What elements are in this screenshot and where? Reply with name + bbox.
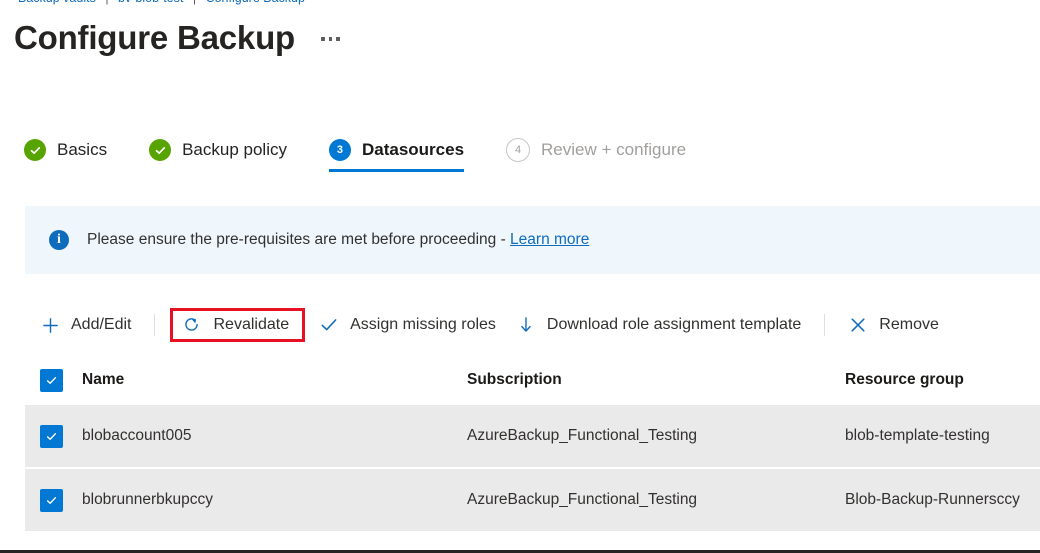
row-checkbox[interactable] <box>40 489 63 512</box>
breadcrumb-item-0[interactable]: Backup vaults <box>18 0 96 5</box>
active-tab-underline <box>329 169 464 172</box>
download-role-assignment-template-button[interactable]: Download role assignment template <box>506 305 811 345</box>
assign-missing-roles-button[interactable]: Assign missing roles <box>309 305 506 345</box>
page-title: Configure Backup <box>14 18 295 58</box>
plus-icon <box>40 315 60 335</box>
remove-label: Remove <box>879 315 939 335</box>
column-header-subscription[interactable]: Subscription <box>467 370 845 390</box>
learn-more-link[interactable]: Learn more <box>510 231 589 248</box>
row-select-cell <box>25 425 82 448</box>
breadcrumb-separator: | <box>105 0 108 5</box>
breadcrumb-item-2: Configure Backup <box>206 0 305 5</box>
column-header-resource-group[interactable]: Resource group <box>845 370 1040 390</box>
wizard-step-label: Backup policy <box>182 139 287 161</box>
add-edit-button[interactable]: Add/Edit <box>30 305 141 345</box>
wizard-step-datasources[interactable]: 3 Datasources <box>329 128 486 172</box>
download-arrow-icon <box>516 315 536 335</box>
cell-subscription: AzureBackup_Functional_Testing <box>467 490 845 510</box>
wizard-step-basics[interactable]: Basics <box>24 128 129 172</box>
info-banner-text: Please ensure the pre-requisites are met… <box>87 230 589 250</box>
page-header: Configure Backup <box>14 18 344 58</box>
toolbar-divider <box>154 314 155 336</box>
configure-backup-page: Backup vaults | bv-blob-test | Configure… <box>0 0 1040 553</box>
download-role-assignment-template-label: Download role assignment template <box>547 315 801 335</box>
table-row[interactable]: blobaccount005 AzureBackup_Functional_Te… <box>25 405 1040 467</box>
breadcrumb-separator: | <box>193 0 196 5</box>
step-number-badge: 3 <box>329 139 351 161</box>
datasources-table: Name Subscription Resource group blobacc… <box>25 355 1040 533</box>
table-header-row: Name Subscription Resource group <box>25 355 1040 405</box>
check-circle-icon <box>24 139 46 161</box>
assign-missing-roles-label: Assign missing roles <box>350 315 496 335</box>
cell-resource-group: Blob-Backup-Runnersccy <box>845 490 1040 510</box>
wizard-step-label: Datasources <box>362 139 464 161</box>
row-checkbox[interactable] <box>40 425 63 448</box>
close-x-icon <box>848 315 868 335</box>
add-edit-label: Add/Edit <box>71 315 131 335</box>
wizard-step-label: Review + configure <box>541 139 686 161</box>
select-all-checkbox[interactable] <box>40 369 63 392</box>
step-number-badge: 4 <box>506 138 530 162</box>
remove-button[interactable]: Remove <box>838 305 949 345</box>
revalidate-button[interactable]: Revalidate <box>170 308 305 342</box>
breadcrumb[interactable]: Backup vaults | bv-blob-test | Configure… <box>18 0 1018 5</box>
wizard-steps: Basics Backup policy 3 Datasources 4 Rev… <box>24 128 708 178</box>
wizard-step-review-configure[interactable]: 4 Review + configure <box>506 128 708 172</box>
checkmark-icon <box>319 315 339 335</box>
select-all-cell <box>25 369 82 392</box>
toolbar-divider <box>824 314 825 336</box>
cell-resource-group: blob-template-testing <box>845 426 1040 446</box>
cell-subscription: AzureBackup_Functional_Testing <box>467 426 845 446</box>
wizard-step-backup-policy[interactable]: Backup policy <box>149 128 309 172</box>
info-icon: i <box>49 230 69 250</box>
breadcrumb-item-1[interactable]: bv-blob-test <box>118 0 183 5</box>
info-banner-message: Please ensure the pre-requisites are met… <box>87 231 510 248</box>
cell-name: blobaccount005 <box>82 426 467 446</box>
command-toolbar: Add/Edit Revalidate Assign missing roles <box>30 302 1040 348</box>
column-header-name[interactable]: Name <box>82 370 467 390</box>
cell-name: blobrunnerbkupccy <box>82 490 467 510</box>
check-circle-icon <box>149 139 171 161</box>
table-row[interactable]: blobrunnerbkupccy AzureBackup_Functional… <box>25 469 1040 531</box>
row-select-cell <box>25 489 82 512</box>
ellipsis-menu-icon[interactable] <box>317 29 344 47</box>
refresh-icon <box>182 315 202 335</box>
revalidate-label: Revalidate <box>213 315 289 335</box>
info-banner: i Please ensure the pre-requisites are m… <box>25 206 1040 274</box>
wizard-step-label: Basics <box>57 139 107 161</box>
